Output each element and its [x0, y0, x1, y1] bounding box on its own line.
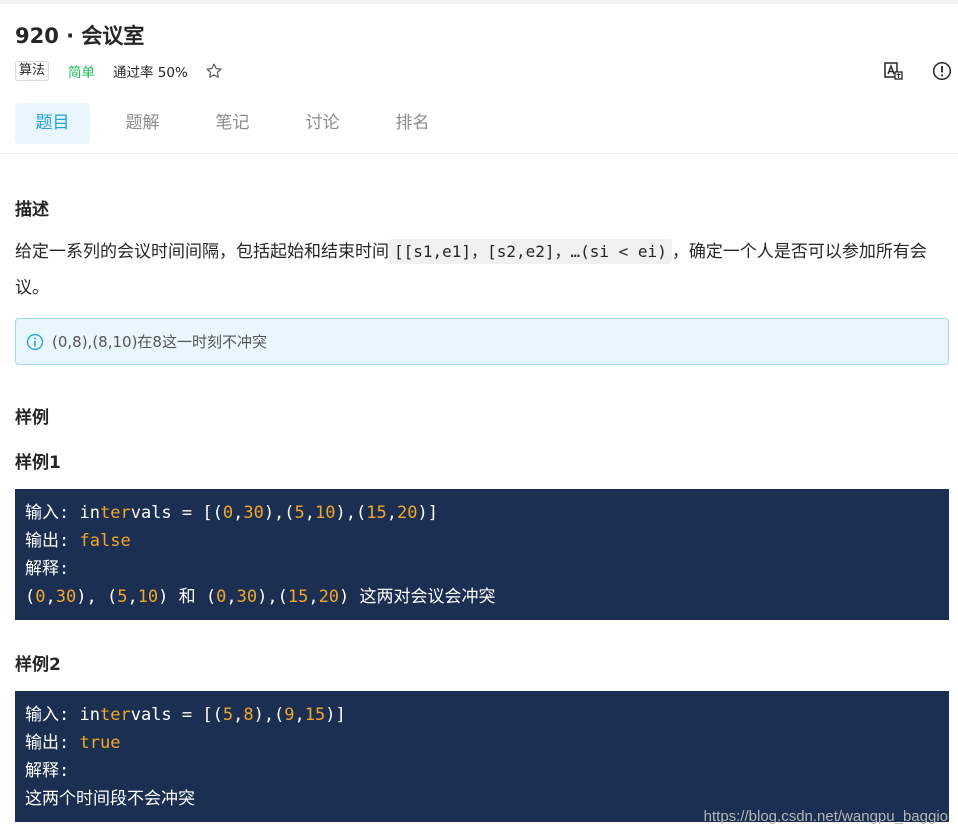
- code-number: 5: [222, 705, 234, 725]
- input-var-post: vals = [(: [130, 705, 223, 725]
- examples-heading: 样例: [15, 408, 49, 428]
- input-label: 输入:: [25, 705, 70, 725]
- note-box: (0,8),(8,10)在8这一时刻不冲突: [15, 318, 949, 365]
- example-1-code: 输入: intervals = [(0,30),(5,10),(15,20)] 输…: [15, 489, 949, 620]
- star-icon[interactable]: [205, 62, 223, 80]
- example-2-explain-label: 解释:: [25, 761, 70, 781]
- input-values: 0,30),(5,10),(15,20)]: [222, 503, 438, 523]
- example-1-explain-label: 解释:: [25, 559, 70, 579]
- code-number: 0: [35, 587, 46, 607]
- code-number: 20: [318, 587, 340, 607]
- tab-notes[interactable]: 笔记: [195, 103, 270, 144]
- code-number: 10: [137, 587, 159, 607]
- code-number: 30: [55, 587, 77, 607]
- code-number: 15: [287, 587, 309, 607]
- code-number: 9: [284, 705, 295, 725]
- note-text: (0,8),(8,10)在8这一时刻不冲突: [52, 333, 267, 351]
- input-values: 5,8),(9,15)]: [222, 705, 346, 725]
- example-1-input-line: 输入: intervals = [(0,30),(5,10),(15,20)]: [25, 499, 939, 527]
- code-number: 5: [294, 503, 305, 523]
- description-text-before: 给定一系列的会议时间间隔，包括起始和结束时间: [15, 242, 389, 262]
- input-var-keyword: ter: [99, 503, 131, 523]
- code-number: 0: [216, 587, 227, 607]
- description-inline-code: [[s1,e1]，[s2,e2]，…(si < ei): [389, 239, 672, 264]
- code-number: 0: [222, 503, 234, 523]
- description-heading: 描述: [15, 200, 49, 220]
- input-var-post: vals = [(: [130, 503, 223, 523]
- code-number: 15: [304, 705, 326, 725]
- example-2-code: 输入: intervals = [(5,8),(9,15)] 输出: true 解释…: [15, 691, 949, 822]
- tab-bar: 题目 题解 笔记 讨论 排名: [15, 103, 465, 144]
- page-title: 920 · 会议室: [15, 24, 145, 48]
- code-number: 20: [396, 503, 418, 523]
- category-tag[interactable]: 算法: [15, 61, 50, 81]
- example-1-explain-text: (0,30), (5,10) 和 (0,30),(15,20) 这两对会议会冲突: [25, 587, 496, 607]
- output-label: 输出:: [25, 733, 70, 753]
- input-var-pre: in: [79, 503, 100, 523]
- example-2-title: 样例2: [15, 655, 61, 675]
- input-var-keyword: ter: [99, 705, 131, 725]
- tab-problem[interactable]: 题目: [15, 103, 90, 144]
- pass-rate: 通过率 50%: [113, 65, 188, 81]
- tab-solutions[interactable]: 题解: [105, 103, 180, 144]
- description-text: 给定一系列的会议时间间隔，包括起始和结束时间 [[s1,e1]，[s2,e2]，……: [15, 234, 945, 306]
- output-label: 输出:: [25, 531, 70, 551]
- tabs-divider: [0, 153, 958, 154]
- example-1-title: 样例1: [15, 453, 61, 473]
- example-2-output-line: 输出: true: [25, 729, 939, 757]
- example-1-output-line: 输出: false: [25, 527, 939, 555]
- translate-icon[interactable]: [883, 61, 903, 81]
- tab-discussion[interactable]: 讨论: [285, 103, 360, 144]
- input-var-pre: in: [79, 705, 100, 725]
- code-number: 30: [243, 503, 264, 523]
- output-value: true: [79, 733, 121, 753]
- example-2-input-line: 输入: intervals = [(5,8),(9,15)]: [25, 701, 939, 729]
- input-label: 输入:: [25, 503, 70, 523]
- code-number: 5: [117, 587, 128, 607]
- code-number: 30: [236, 587, 258, 607]
- problem-meta: 算法 简单 通过率 50%: [15, 60, 223, 82]
- code-number: 10: [315, 503, 336, 523]
- difficulty-label: 简单: [68, 65, 96, 81]
- code-number: 8: [243, 705, 254, 725]
- code-number: 15: [366, 503, 387, 523]
- info-circle-icon: [26, 333, 44, 350]
- output-value: false: [79, 531, 131, 551]
- watermark: https://blog.csdn.net/wangpu_baggio: [703, 808, 948, 825]
- top-strip: [0, 0, 958, 4]
- exclamation-circle-icon[interactable]: [932, 61, 952, 81]
- tab-ranking[interactable]: 排名: [375, 103, 450, 144]
